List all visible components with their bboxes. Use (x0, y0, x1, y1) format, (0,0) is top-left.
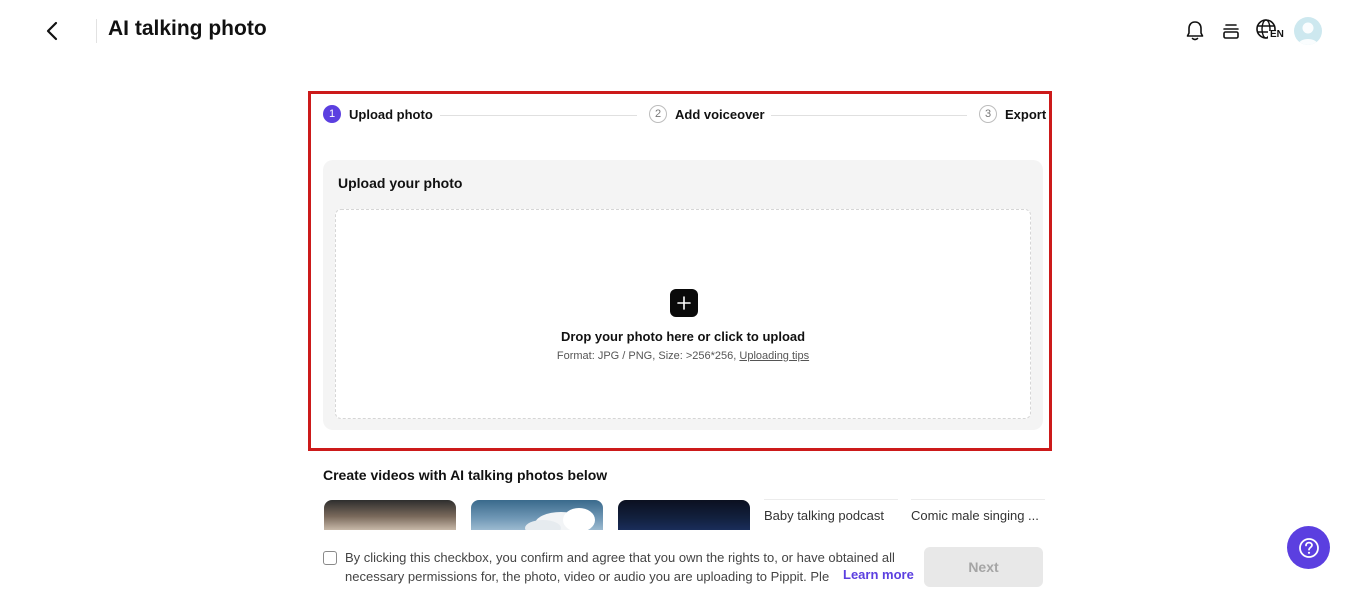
format-text: Format: JPG / PNG, Size: >256*256, (556, 350, 737, 362)
examples-title: Create videos with AI talking photos bel… (323, 467, 608, 483)
help-icon (1298, 537, 1319, 558)
next-button[interactable]: Next (924, 547, 1043, 587)
step-label: Add voiceover (675, 106, 765, 122)
notifications-button[interactable] (1182, 18, 1208, 44)
consent-text: By clicking this checkbox, you confirm a… (345, 550, 895, 584)
step-label: Export (1005, 106, 1047, 122)
step-export: 3 Export (979, 105, 1046, 123)
consent-checkbox[interactable] (323, 551, 337, 565)
example-thumbnail[interactable] (324, 500, 456, 530)
user-avatar-icon (1298, 22, 1318, 45)
upload-heading: Upload your photo (338, 175, 463, 191)
credits-icon (1223, 24, 1239, 39)
step-number: 1 (323, 105, 341, 123)
upload-panel: Upload your photo Drop your photo here o… (323, 160, 1043, 430)
dropzone-format-info: Format: JPG / PNG, Size: >256*256, Uploa… (336, 350, 1030, 362)
step-connector (440, 115, 637, 116)
bell-icon (1186, 21, 1204, 41)
step-upload-photo: 1 Upload photo (323, 105, 433, 123)
example-card-label[interactable]: Baby talking podcast (764, 499, 898, 531)
credits-button[interactable] (1218, 18, 1244, 44)
plus-icon (677, 296, 691, 310)
add-photo-button[interactable] (670, 289, 698, 317)
back-button[interactable] (40, 18, 64, 44)
help-button[interactable] (1287, 526, 1330, 569)
learn-more-link[interactable]: Learn more (843, 567, 914, 582)
step-number: 3 (979, 105, 997, 123)
step-label: Upload photo (349, 106, 433, 122)
cloud-image (525, 508, 595, 530)
example-thumbnail[interactable] (618, 500, 750, 530)
example-thumbnail[interactable] (471, 500, 603, 530)
example-card-label[interactable]: Comic male singing ... (911, 499, 1045, 531)
language-button[interactable]: EN (1255, 18, 1285, 44)
chevron-left-icon (46, 21, 58, 41)
avatar[interactable] (1294, 17, 1322, 45)
step-connector (771, 115, 967, 116)
footer-bar: By clicking this checkbox, you confirm a… (0, 530, 1365, 605)
photo-dropzone[interactable]: Drop your photo here or click to upload … (335, 209, 1031, 419)
page-title: AI talking photo (108, 17, 267, 40)
step-add-voiceover: 2 Add voiceover (649, 105, 765, 123)
step-number: 2 (649, 105, 667, 123)
language-code: EN (1270, 29, 1284, 40)
uploading-tips-link[interactable]: Uploading tips (739, 350, 809, 362)
header-divider (96, 19, 97, 43)
dropzone-title: Drop your photo here or click to upload (560, 329, 806, 344)
header: AI talking photo EN (0, 0, 1365, 62)
step-indicator: 1 Upload photo 2 Add voiceover 3 Export (323, 105, 1046, 125)
